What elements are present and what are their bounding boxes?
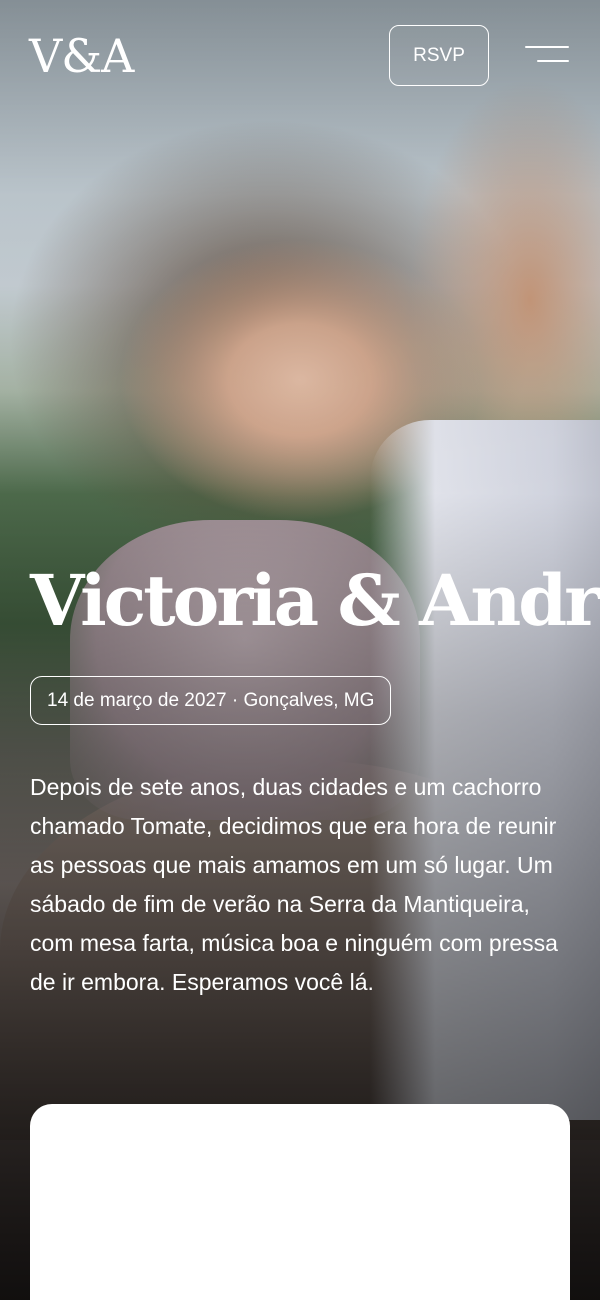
site-logo[interactable]: V&A — [29, 28, 134, 84]
menu-line-bottom — [537, 60, 569, 62]
content-card — [30, 1104, 570, 1300]
rsvp-button[interactable]: RSVP — [389, 25, 489, 86]
date-location-badge: 14 de março de 2027 · Gonçalves, MG — [30, 676, 392, 725]
couple-names-title: Victoria & André — [30, 559, 600, 642]
top-bar: V&A RSVP — [0, 0, 600, 110]
hero-section: V&A RSVP Victoria & André 14 de março de… — [0, 0, 600, 1300]
menu-line-top — [525, 46, 569, 48]
intro-paragraph: Depois de sete anos, duas cidades e um c… — [30, 774, 558, 995]
hamburger-menu-icon[interactable] — [525, 44, 569, 66]
